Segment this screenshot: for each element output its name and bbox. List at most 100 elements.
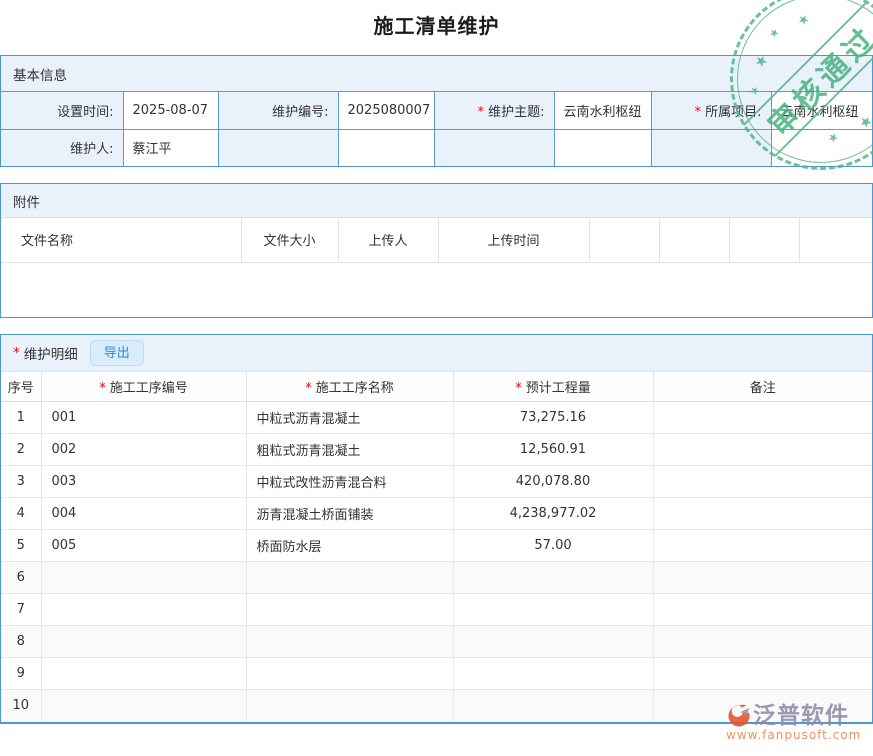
- maint-no-label: 维护编号:: [218, 92, 338, 129]
- col-empty: [589, 218, 659, 262]
- set-time-label: 设置时间:: [1, 92, 123, 129]
- note-cell: [653, 562, 872, 594]
- page-title: 施工清单维护: [0, 12, 873, 40]
- col-file-size: 文件大小: [241, 218, 338, 262]
- qty-cell: 4,238,977.02: [453, 498, 653, 530]
- empty-value-cell: [554, 129, 651, 166]
- qty-cell: 420,078.80: [453, 466, 653, 498]
- export-button[interactable]: 导出: [90, 340, 144, 366]
- seq-cell: 4: [1, 498, 41, 530]
- details-table: 序号 *施工工序编号 *施工工序名称 *预计工程量 备注 1 001 中粒式沥青…: [1, 372, 872, 722]
- table-row: 8: [1, 626, 872, 658]
- table-row: 5 005 桥面防水层 57.00: [1, 530, 872, 562]
- qty-cell: [453, 690, 653, 722]
- code-cell: [41, 690, 246, 722]
- details-section: * 维护明细 导出 序号 *施工工序编号 *施工工序名称 *预计工程量 备注 1…: [0, 334, 873, 724]
- seq-cell: 1: [1, 402, 41, 434]
- table-row: 3 003 中粒式改性沥青混合料 420,078.80: [1, 466, 872, 498]
- maintainer-label: 维护人:: [1, 129, 123, 166]
- basic-info-title: 基本信息: [13, 64, 67, 84]
- col-estimated-qty: *预计工程量: [453, 372, 653, 402]
- seq-cell: 10: [1, 690, 41, 722]
- attachments-empty-body: [1, 263, 872, 317]
- qty-cell: [453, 562, 653, 594]
- name-cell: [246, 690, 453, 722]
- attachments-header: 附件: [1, 184, 872, 218]
- seq-cell: 5: [1, 530, 41, 562]
- note-cell: [653, 626, 872, 658]
- name-cell: 中粒式改性沥青混合料: [246, 466, 453, 498]
- seq-cell: 2: [1, 434, 41, 466]
- code-cell: 003: [41, 466, 246, 498]
- col-empty: [659, 218, 729, 262]
- table-row: 2 002 粗粒式沥青混凝土 12,560.91: [1, 434, 872, 466]
- note-cell: [653, 466, 872, 498]
- vendor-name: 泛普软件: [753, 703, 849, 729]
- table-row: 1 001 中粒式沥青混凝土 73,275.16: [1, 402, 872, 434]
- note-cell: [653, 658, 872, 690]
- table-row: 6: [1, 562, 872, 594]
- note-cell: [653, 594, 872, 626]
- vendor-url: www.fanpusoft.com: [726, 728, 861, 742]
- required-asterisk: *: [695, 105, 702, 120]
- basic-info-header: 基本信息: [1, 56, 872, 92]
- col-empty: [799, 218, 872, 262]
- name-cell: [246, 658, 453, 690]
- required-asterisk: *: [305, 381, 312, 396]
- col-file-name: 文件名称: [1, 218, 241, 262]
- attachments-section: 附件 文件名称 文件大小 上传人 上传时间: [0, 183, 873, 318]
- code-cell: [41, 658, 246, 690]
- basic-info-row: 设置时间: 2025-08-07 维护编号: 2025080007 *维护主题:…: [1, 92, 872, 129]
- maintainer-value: 蔡江平: [123, 129, 218, 166]
- code-cell: 001: [41, 402, 246, 434]
- attachments-title: 附件: [13, 191, 40, 211]
- details-header: * 维护明细 导出: [1, 335, 872, 372]
- col-seq: 序号: [1, 372, 41, 402]
- maint-no-value: 2025080007: [338, 92, 434, 129]
- project-value: 云南水利枢纽: [771, 92, 872, 129]
- seq-cell: 8: [1, 626, 41, 658]
- code-cell: 004: [41, 498, 246, 530]
- basic-info-section: 基本信息 设置时间: 2025-08-07 维护编号: 2025080007 *…: [0, 55, 873, 167]
- vendor-watermark: 泛普软件 www.fanpusoft.com: [726, 703, 861, 742]
- qty-cell: 73,275.16: [453, 402, 653, 434]
- col-process-name: *施工工序名称: [246, 372, 453, 402]
- seq-cell: 7: [1, 594, 41, 626]
- attachments-table: 文件名称 文件大小 上传人 上传时间: [1, 218, 872, 263]
- qty-cell: [453, 594, 653, 626]
- empty-label-cell: [218, 129, 338, 166]
- required-asterisk: *: [478, 105, 485, 120]
- col-upload-time: 上传时间: [438, 218, 589, 262]
- basic-info-table: 设置时间: 2025-08-07 维护编号: 2025080007 *维护主题:…: [1, 92, 872, 166]
- maint-topic-label: *维护主题:: [434, 92, 554, 129]
- code-cell: 002: [41, 434, 246, 466]
- col-note: 备注: [653, 372, 872, 402]
- note-cell: [653, 530, 872, 562]
- basic-info-row: 维护人: 蔡江平: [1, 129, 872, 166]
- name-cell: 桥面防水层: [246, 530, 453, 562]
- code-cell: 005: [41, 530, 246, 562]
- name-cell: [246, 626, 453, 658]
- note-cell: [653, 498, 872, 530]
- maint-topic-value: 云南水利枢纽: [554, 92, 651, 129]
- name-cell: [246, 594, 453, 626]
- code-cell: [41, 594, 246, 626]
- empty-label-cell: [651, 129, 771, 166]
- details-header-row: 序号 *施工工序编号 *施工工序名称 *预计工程量 备注: [1, 372, 872, 402]
- empty-label-cell: [434, 129, 554, 166]
- table-row: 7: [1, 594, 872, 626]
- set-time-value: 2025-08-07: [123, 92, 218, 129]
- name-cell: 粗粒式沥青混凝土: [246, 434, 453, 466]
- qty-cell: [453, 626, 653, 658]
- qty-cell: 57.00: [453, 530, 653, 562]
- attachments-header-row: 文件名称 文件大小 上传人 上传时间: [1, 218, 872, 262]
- required-asterisk: *: [515, 381, 522, 396]
- col-process-code: *施工工序编号: [41, 372, 246, 402]
- name-cell: [246, 562, 453, 594]
- seq-cell: 6: [1, 562, 41, 594]
- seq-cell: 3: [1, 466, 41, 498]
- empty-value-cell: [771, 129, 872, 166]
- qty-cell: 12,560.91: [453, 434, 653, 466]
- col-empty: [729, 218, 799, 262]
- qty-cell: [453, 658, 653, 690]
